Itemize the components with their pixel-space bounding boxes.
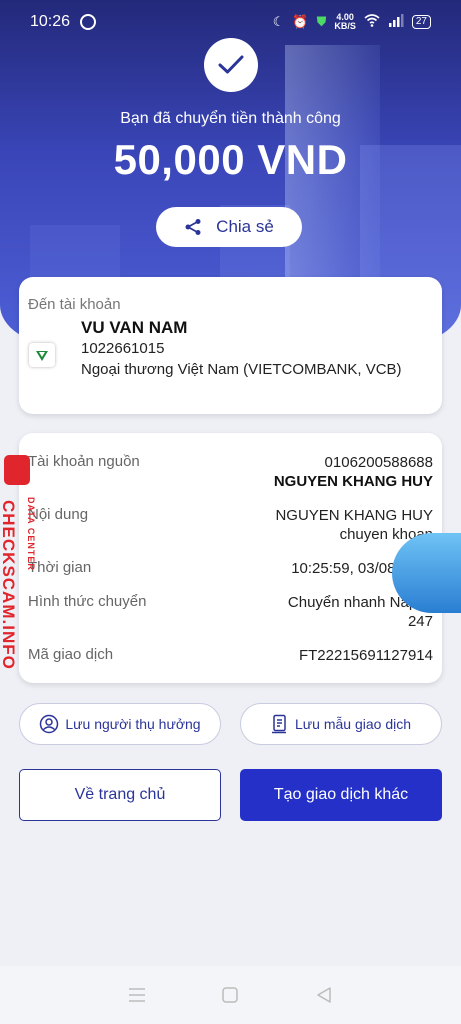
success-message: Bạn đã chuyển tiền thành công — [120, 110, 341, 127]
source-account-label: Tài khoản nguồn — [28, 453, 140, 470]
recipient-account: 1022661015 — [81, 340, 165, 357]
recipient-card: Đến tài khoản VU VAN NAM 1022661015 Ngoạ… — [19, 277, 442, 414]
watermark-text: CHECKSCAM.INFO — [0, 500, 18, 670]
save-template-label: Lưu mẫu giao dịch — [295, 716, 411, 732]
success-check-icon — [204, 38, 258, 92]
menu-icon[interactable] — [128, 987, 146, 1003]
share-label: Chia sẻ — [216, 217, 274, 236]
messenger-icon — [80, 14, 97, 30]
source-account-number: 0106200588688 — [324, 454, 433, 471]
content-line-1: NGUYEN KHANG HUY — [275, 507, 433, 524]
alarm-icon: ⏰ — [292, 14, 309, 29]
transaction-details-card: Tài khoản nguồn 0106200588688 NGUYEN KHAN… — [19, 433, 442, 683]
method-line-2: 247 — [407, 613, 433, 630]
time-row: Thời gian 10:25:59, 03/08/2022 — [28, 559, 433, 579]
moon-icon: ☾ — [272, 14, 285, 29]
vietcombank-logo-icon — [29, 343, 55, 367]
battery-icon: 27 — [411, 15, 431, 29]
save-beneficiary-label: Lưu người thụ hưởng — [65, 716, 201, 732]
user-icon — [40, 714, 59, 734]
watermark-subtext: DATA CENTER — [26, 497, 36, 571]
home-button[interactable]: Về trang chủ — [19, 769, 221, 821]
system-navigation-bar — [0, 966, 461, 1024]
transaction-code-value: FT22215691127914 — [298, 647, 433, 664]
new-transaction-button[interactable]: Tạo giao dịch khác — [240, 769, 442, 821]
shield-icon: ⛊ — [316, 14, 327, 29]
watermark: CHECKSCAM.INFO DATA CENTER — [0, 455, 40, 675]
share-button[interactable]: Chia sẻ — [156, 207, 302, 247]
signal-icon — [388, 14, 404, 30]
source-account-row: Tài khoản nguồn 0106200588688 NGUYEN KHAN… — [28, 453, 433, 493]
share-icon — [185, 219, 201, 235]
document-icon — [272, 714, 286, 734]
wifi-icon — [364, 14, 380, 30]
transaction-code-row: Mã giao dịch FT22215691127914 — [28, 646, 433, 666]
home-square-icon[interactable] — [221, 986, 239, 1004]
recipient-label: Đến tài khoản — [28, 296, 121, 313]
method-label: Hình thức chuyển — [28, 593, 147, 610]
source-account-name: NGUYEN KHANG HUY — [273, 473, 433, 490]
recipient-bank: Ngoại thương Việt Nam (VIETCOMBANK, VCB) — [81, 361, 402, 378]
method-row: Hình thức chuyển Chuyển nhanh Napas 247 — [28, 593, 433, 633]
recipient-name: VU VAN NAM — [81, 318, 188, 337]
transfer-amount: 50,000 VND — [113, 136, 348, 183]
transaction-code-label: Mã giao dịch — [28, 646, 114, 663]
lock-icon — [4, 455, 30, 485]
save-template-button[interactable]: Lưu mẫu giao dịch — [240, 703, 442, 745]
save-beneficiary-button[interactable]: Lưu người thụ hưởng — [19, 703, 221, 745]
content-row: Nội dung NGUYEN KHANG HUY chuyen khoan — [28, 506, 433, 546]
back-triangle-icon[interactable] — [315, 986, 333, 1004]
network-speed: 4.00 KB/S — [334, 12, 356, 31]
status-time: 10:26 — [30, 13, 71, 30]
